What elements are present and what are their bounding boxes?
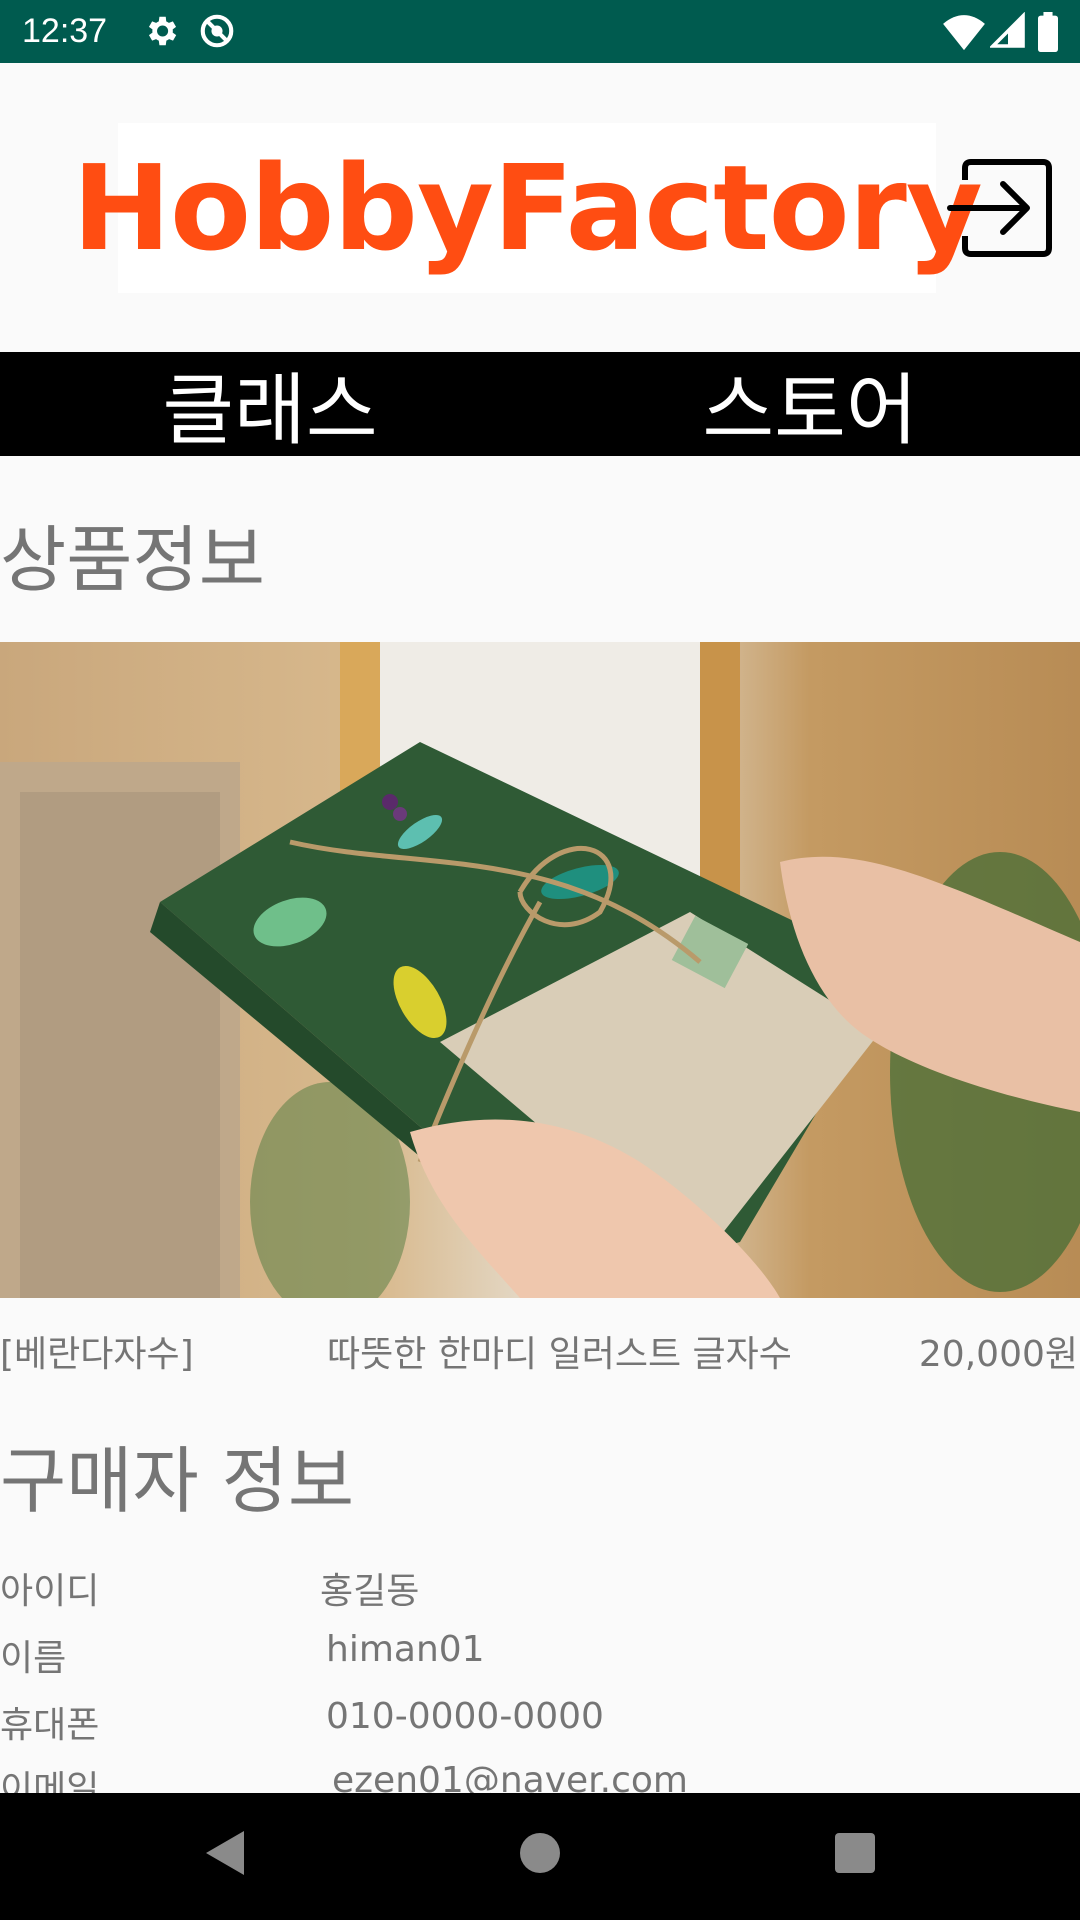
buyer-label: 이름 — [0, 1638, 67, 1679]
product-price: 20,000원 — [918, 1334, 1078, 1375]
logo[interactable]: HobbyFactory — [72, 123, 983, 293]
content-area: HobbyFactory 클래스 스토어 상품정보 [베란다자수] 따뜻한 한마… — [0, 0, 1080, 1793]
product-section-title: 상품정보 — [0, 518, 265, 602]
buyer-row-email: 이메일 ezen01@naver.com — [0, 1760, 1080, 1793]
buyer-row-name: 이름 himan01 — [0, 1629, 1080, 1684]
back-icon[interactable] — [200, 1823, 250, 1883]
buyer-value: himan01 — [326, 1629, 485, 1670]
product-photo — [0, 642, 1080, 1298]
buyer-row-id: 아이디 홍길동 — [0, 1562, 1080, 1617]
logo-text: HobbyFactory — [72, 139, 983, 277]
buyer-section-title: 구매자 정보 — [0, 1439, 355, 1523]
app-header: HobbyFactory — [0, 63, 1080, 352]
home-icon[interactable] — [510, 1823, 570, 1883]
buyer-row-phone: 휴대폰 010-0000-0000 — [0, 1696, 1080, 1751]
buyer-label: 이메일 — [0, 1769, 100, 1793]
tab-store[interactable]: 스토어 — [540, 352, 1080, 456]
product-image[interactable] — [0, 642, 1080, 1298]
buyer-value: 010-0000-0000 — [326, 1696, 604, 1737]
product-name: 따뜻한 한마디 일러스트 글자수 — [327, 1334, 792, 1375]
tab-class[interactable]: 클래스 — [0, 352, 540, 456]
tab-bar: 클래스 스토어 — [0, 352, 1080, 456]
login-arrow-icon[interactable] — [947, 158, 1057, 258]
buyer-value: 홍길동 — [320, 1571, 420, 1612]
product-seller: [베란다자수] — [0, 1334, 194, 1375]
buyer-label: 휴대폰 — [0, 1705, 100, 1746]
buyer-value: ezen01@naver.com — [332, 1760, 688, 1793]
nav-bar — [0, 1793, 1080, 1920]
product-row: [베란다자수] 따뜻한 한마디 일러스트 글자수 20,000원 — [0, 1325, 1080, 1375]
recents-icon[interactable] — [825, 1823, 885, 1883]
buyer-label: 아이디 — [0, 1571, 100, 1612]
